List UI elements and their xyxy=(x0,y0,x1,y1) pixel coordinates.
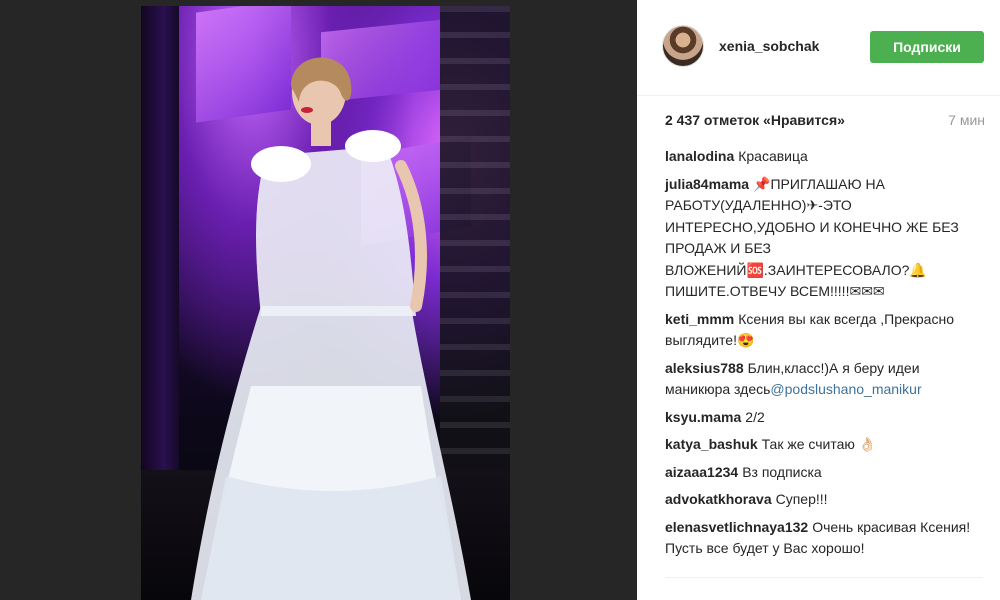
comment-mention-link[interactable]: @podslushano_manikur xyxy=(770,381,921,397)
follow-button[interactable]: Подписки xyxy=(870,31,984,63)
comment-item: lanalodina Красавица xyxy=(665,146,987,168)
comment-item: aizaaa1234 Вз подписка xyxy=(665,462,987,484)
post-author-username[interactable]: xenia_sobchak xyxy=(719,38,819,54)
comment-text: 2/2 xyxy=(745,408,765,425)
comment-item: ksyu.mama 2/2 xyxy=(665,407,987,429)
comment-item: julia84mama 📌ПРИГЛАШАЮ НА РАБОТУ(УДАЛЕННО… xyxy=(665,174,987,303)
media-pane xyxy=(0,0,637,600)
likes-count[interactable]: 2 437 отметок «Нравится» xyxy=(665,112,845,128)
comment-text: 📌ПРИГЛАШАЮ НА РАБОТУ(УДАЛЕННО)✈-ЭТО ИНТЕ… xyxy=(665,175,959,300)
comment-item: aleksius788 Блин,класс!)А я беру идеи ман… xyxy=(665,358,987,401)
comment-text: Красавица xyxy=(738,148,808,164)
instagram-post-modal: xenia_sobchak Подписки 2 437 отметок «Нр… xyxy=(0,0,1000,600)
comment-list: lanalodina Красавица julia84mama 📌ПРИГЛАША… xyxy=(665,146,987,566)
comment-author[interactable]: katya_bashuk xyxy=(665,436,758,452)
comment-text: Вз подписка xyxy=(742,463,822,480)
post-stats: 2 437 отметок «Нравится» 7 мин xyxy=(665,112,985,132)
woman-in-white-gown xyxy=(191,57,471,600)
post-header: xenia_sobchak Подписки xyxy=(637,0,1000,96)
comment-item: advokatkhorava Супер!!! xyxy=(665,489,987,511)
post-photo[interactable] xyxy=(141,6,510,600)
comment-text: Так же считаю 👌🏻 xyxy=(761,436,877,452)
comment-item: elenasvetlichnaya132 Очень красивая Ксени… xyxy=(665,517,987,560)
comment-item: katya_bashuk Так же считаю 👌🏻 xyxy=(665,434,987,456)
comment-author[interactable]: elenasvetlichnaya132 xyxy=(665,519,808,535)
comment-author[interactable]: aleksius788 xyxy=(665,360,744,376)
comment-author[interactable]: keti_mmm xyxy=(665,311,734,327)
comment-author[interactable]: ksyu.mama xyxy=(665,409,741,425)
comment-author[interactable]: lanalodina xyxy=(665,148,734,164)
comment-divider xyxy=(665,577,983,578)
post-sidebar: xenia_sobchak Подписки 2 437 отметок «Нр… xyxy=(637,0,1000,600)
comment-author[interactable]: advokatkhorava xyxy=(665,491,772,507)
comment-text: Супер!!! xyxy=(775,491,828,507)
comment-item: keti_mmm Ксения вы как всегда ,Прекрасно … xyxy=(665,309,987,352)
post-time[interactable]: 7 мин xyxy=(948,112,985,128)
comment-author[interactable]: julia84mama xyxy=(665,176,749,192)
comment-author[interactable]: aizaaa1234 xyxy=(665,464,738,480)
profile-avatar-icon[interactable] xyxy=(662,25,704,67)
